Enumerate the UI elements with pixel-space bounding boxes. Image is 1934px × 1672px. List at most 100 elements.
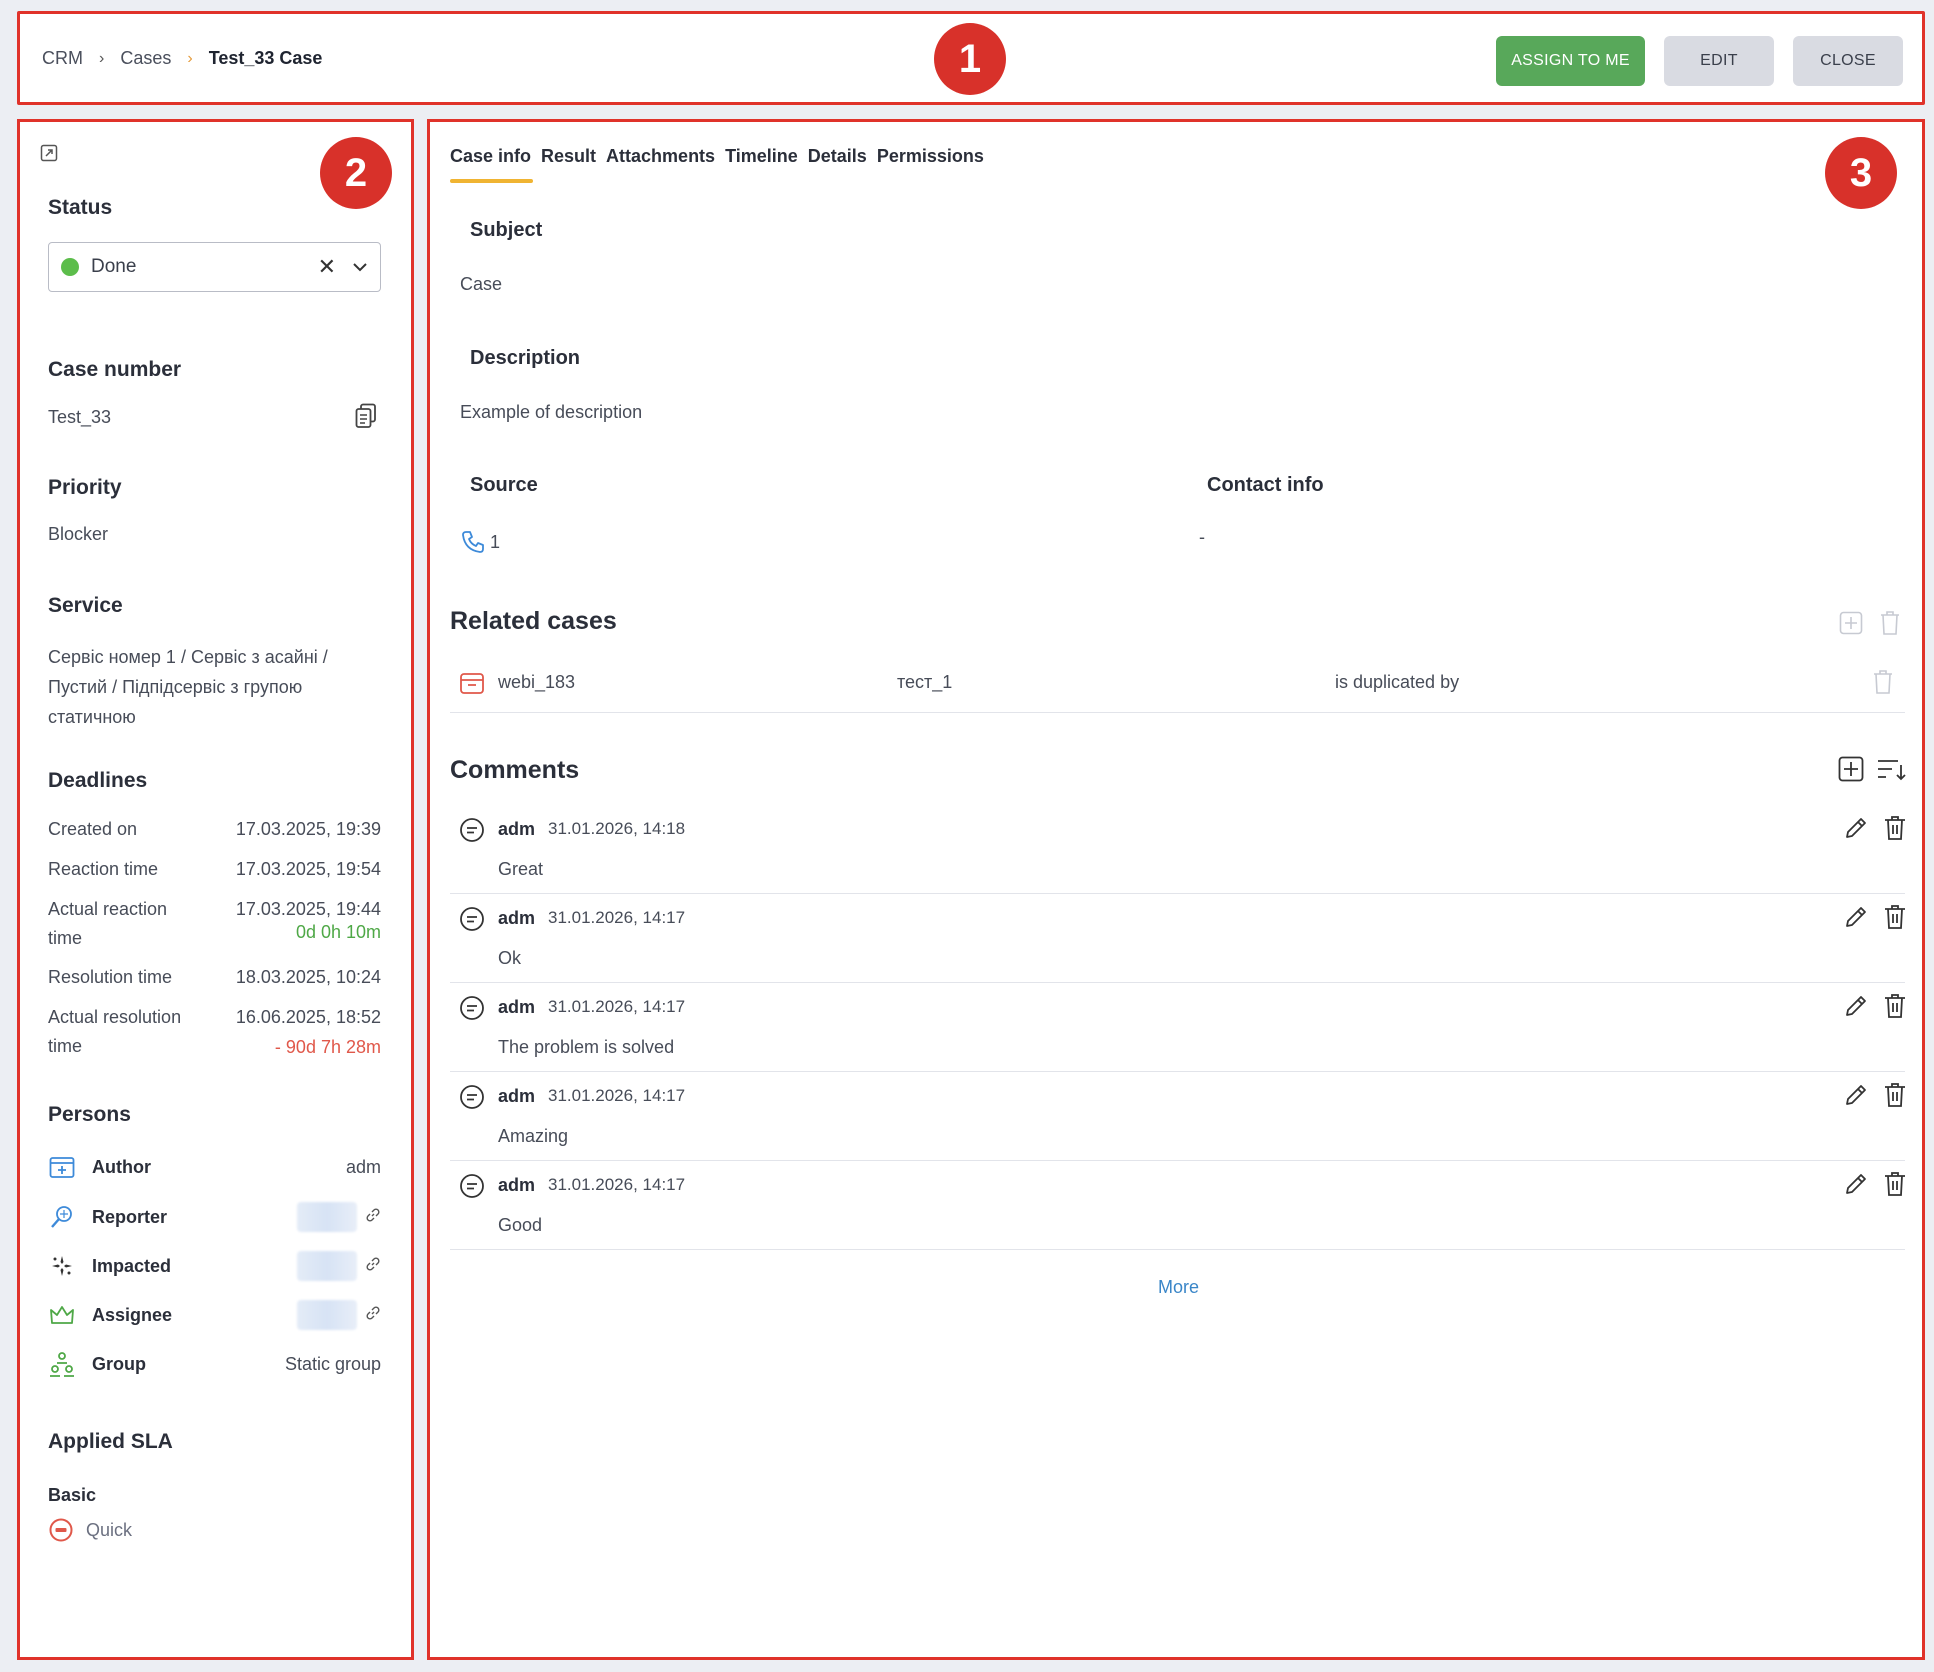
tab-details[interactable]: Details: [808, 146, 867, 167]
case-main: Case info Result Attachments Timeline De…: [427, 119, 1925, 1660]
service-line: Пустий / Підпідсервіс з групою: [48, 677, 303, 697]
edit-button[interactable]: EDIT: [1664, 36, 1774, 86]
chevron-right-icon: ›: [99, 49, 105, 67]
person-impacted: Impacted: [48, 1250, 381, 1282]
divider: [450, 1249, 1905, 1250]
breadcrumb-current: Test_33 Case: [208, 48, 323, 68]
deadline-value: 16.06.2025, 18:52: [235, 1007, 381, 1027]
add-comment-icon[interactable]: [1838, 756, 1864, 782]
comment-time: 31.01.2026, 14:17: [548, 997, 686, 1016]
case-number-value: Test_33: [48, 407, 112, 427]
delete-comment-icon[interactable]: [1883, 993, 1907, 1019]
edit-comment-icon[interactable]: [1843, 1082, 1869, 1108]
case-number-title: Case number: [48, 358, 182, 381]
priority-title: Priority: [48, 476, 122, 499]
person-value-hidden: [297, 1300, 357, 1330]
tab-case-info[interactable]: Case info: [450, 146, 531, 167]
person-label: Impacted: [92, 1255, 172, 1276]
comment-item: adm 31.01.2026, 14:17 Good: [450, 1161, 1905, 1250]
case-icon: [460, 673, 484, 694]
comment-item: adm 31.01.2026, 14:18 Great: [450, 805, 1905, 894]
person-value-hidden: [297, 1202, 357, 1232]
sort-comments-icon[interactable]: [1876, 758, 1906, 782]
annotation-badge-1: 1: [934, 23, 1006, 95]
active-tab-indicator: [450, 179, 533, 183]
comment-item: adm 31.01.2026, 14:17 Ok: [450, 894, 1905, 983]
link-icon[interactable]: [365, 1207, 381, 1228]
group-icon: [48, 1350, 76, 1378]
person-label: Assignee: [92, 1304, 173, 1325]
comment-icon: [460, 907, 484, 931]
link-icon[interactable]: [365, 1305, 381, 1326]
chevron-down-icon[interactable]: [352, 262, 368, 272]
service-value: Сервіс номер 1 / Сервіс з асайні / Пусти…: [48, 642, 328, 732]
description-value: Example of description: [460, 402, 643, 422]
subject-label: Subject: [470, 219, 543, 241]
source-value: 1: [460, 529, 500, 555]
tab-timeline[interactable]: Timeline: [725, 146, 798, 167]
comment-text: Amazing: [498, 1126, 569, 1146]
edit-comment-icon[interactable]: [1843, 815, 1869, 841]
tab-permissions[interactable]: Permissions: [877, 146, 984, 167]
edit-comment-icon[interactable]: [1843, 993, 1869, 1019]
comment-time: 31.01.2026, 14:17: [548, 1086, 686, 1105]
deadline-row: Created on 17.03.2025, 19:39: [48, 819, 381, 840]
status-select[interactable]: Done ✕: [48, 242, 381, 292]
comment-icon: [460, 996, 484, 1020]
link-icon[interactable]: [365, 1256, 381, 1277]
clear-icon[interactable]: ✕: [318, 254, 336, 280]
deadline-value: 17.03.2025, 19:39: [235, 819, 381, 839]
comment-text: The problem is solved: [498, 1037, 675, 1057]
person-reporter: Reporter: [48, 1201, 381, 1233]
assign-to-me-button[interactable]: ASSIGN TO ME: [1496, 36, 1645, 86]
phone-icon: [462, 531, 484, 553]
tab-attachments[interactable]: Attachments: [606, 146, 715, 167]
related-case-row[interactable]: webi_183 тест_1 is duplicated by: [450, 662, 1905, 710]
delete-comment-icon[interactable]: [1883, 904, 1907, 930]
delete-comment-icon[interactable]: [1883, 815, 1907, 841]
delete-related-case-icon[interactable]: [1872, 669, 1894, 695]
add-related-case-icon[interactable]: [1839, 611, 1863, 635]
comment-text: Great: [498, 859, 544, 879]
reporter-icon: [48, 1203, 76, 1231]
service-line: Сервіс номер 1 / Сервіс з асайні /: [48, 647, 328, 667]
more-comments-link[interactable]: More: [1158, 1277, 1199, 1298]
breadcrumb: CRM › Cases › Test_33 Case: [42, 48, 322, 69]
edit-comment-icon[interactable]: [1843, 904, 1869, 930]
breadcrumb-cases[interactable]: Cases: [120, 48, 171, 69]
person-value: adm: [345, 1156, 381, 1177]
comment-author: adm: [498, 819, 536, 839]
close-button[interactable]: CLOSE: [1793, 36, 1903, 86]
persons-title: Persons: [48, 1103, 131, 1126]
delete-related-cases-icon[interactable]: [1879, 610, 1901, 636]
related-case-id[interactable]: webi_183: [498, 672, 575, 693]
comment-text: Good: [498, 1215, 543, 1235]
breadcrumb-crm[interactable]: CRM: [42, 48, 83, 69]
status-value: Done: [91, 256, 137, 277]
sla-item: Quick: [48, 1517, 132, 1543]
person-author: Author adm: [48, 1151, 381, 1183]
contact-info-value: -: [1199, 527, 1205, 547]
person-assignee: Assignee: [48, 1299, 381, 1331]
applied-sla-title: Applied SLA: [48, 1430, 173, 1453]
comment-text: Ok: [498, 948, 522, 968]
sla-item-label: Quick: [86, 1519, 133, 1540]
delete-comment-icon[interactable]: [1883, 1171, 1907, 1197]
person-label: Author: [92, 1156, 151, 1177]
deadline-diff: 0d 0h 10m: [295, 922, 381, 942]
person-label: Group: [92, 1353, 146, 1374]
tab-result[interactable]: Result: [541, 146, 596, 167]
delete-comment-icon[interactable]: [1883, 1082, 1907, 1108]
case-sidebar: 2 Status Done ✕ Case number Test_33 Prio…: [17, 119, 414, 1660]
related-cases-title: Related cases: [450, 607, 617, 635]
person-label: Reporter: [92, 1206, 168, 1227]
collapse-icon[interactable]: [40, 144, 58, 162]
divider: [450, 712, 1905, 713]
header-bar: CRM › Cases › Test_33 Case 1 ASSIGN TO M…: [17, 11, 1925, 105]
service-line: статичною: [48, 707, 136, 727]
edit-comment-icon[interactable]: [1843, 1171, 1869, 1197]
status-title: Status: [48, 196, 113, 219]
comment-icon: [460, 818, 484, 842]
copy-icon[interactable]: [355, 403, 377, 429]
source-number: 1: [490, 531, 501, 552]
